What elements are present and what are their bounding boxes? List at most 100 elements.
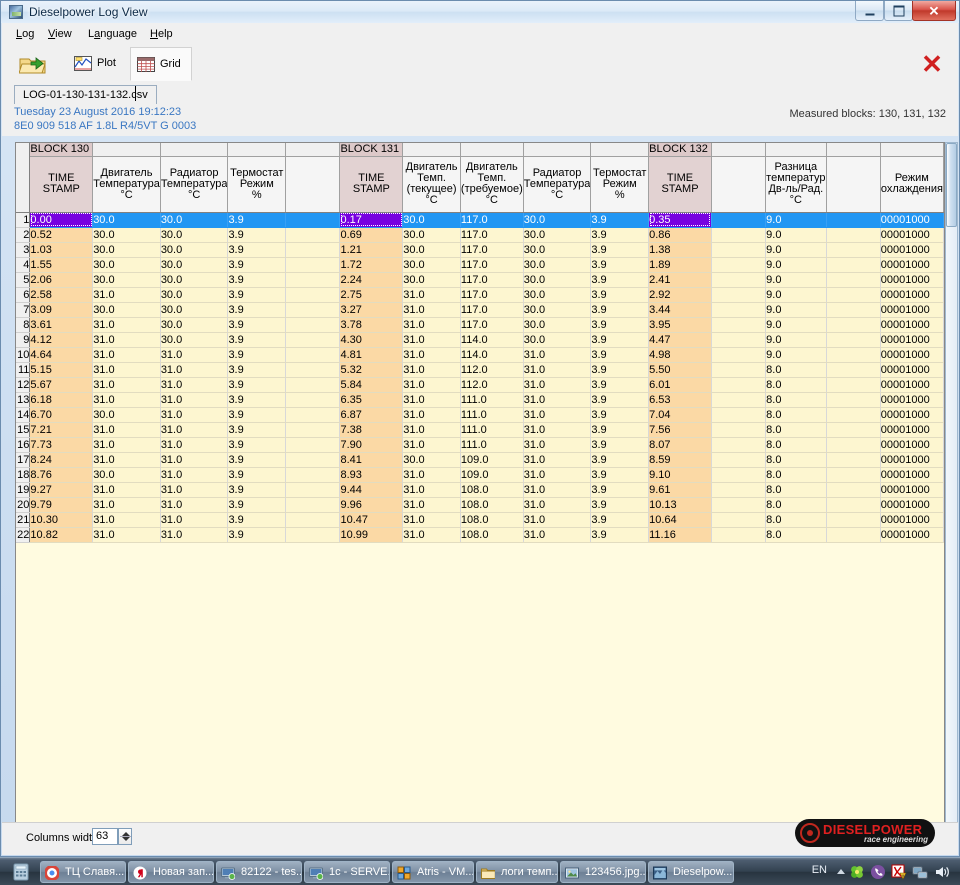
cell-c9[interactable] xyxy=(711,497,767,513)
cell-ts132[interactable]: 0.86 xyxy=(648,227,712,243)
cell-c6[interactable]: 117.0 xyxy=(460,317,524,333)
cell-c3[interactable]: 3.9 xyxy=(227,302,287,318)
cell-ts130[interactable]: 0.00 xyxy=(29,212,94,228)
tab-grid[interactable]: Grid xyxy=(130,47,192,81)
cell-c2[interactable]: 31.0 xyxy=(160,347,229,363)
table-row[interactable]: 11 5.15 31.0 31.0 3.9 5.32 31.0 112.0 31.0 3.9 5.5… xyxy=(16,362,944,378)
cell-ts131[interactable]: 10.99 xyxy=(339,527,404,543)
cell-c8[interactable]: 3.9 xyxy=(590,497,650,513)
menu-item-view[interactable]: View xyxy=(42,26,78,42)
cell-c12[interactable]: 00001000 xyxy=(880,467,944,483)
cell-c6[interactable]: 108.0 xyxy=(460,512,524,528)
cell-c10[interactable]: 9.0 xyxy=(765,332,827,348)
taskbar-item[interactable]: ТЦ Славя... xyxy=(40,861,126,883)
cell-c11[interactable] xyxy=(826,407,881,423)
cell-ts131[interactable]: 0.69 xyxy=(339,227,404,243)
cell-c8[interactable]: 3.9 xyxy=(590,422,650,438)
taskbar-item[interactable]: Atris - VM... xyxy=(392,861,474,883)
row-number[interactable]: 3 xyxy=(16,242,31,258)
cell-c10[interactable]: 8.0 xyxy=(765,437,827,453)
cell-c4[interactable] xyxy=(285,467,341,483)
cell-ts130[interactable]: 10.82 xyxy=(29,527,94,543)
cell-ts132[interactable]: 5.50 xyxy=(648,362,712,378)
cell-c8[interactable]: 3.9 xyxy=(590,212,650,228)
cell-c2[interactable]: 30.0 xyxy=(160,212,229,228)
cell-c5[interactable]: 31.0 xyxy=(402,377,461,393)
row-number[interactable]: 5 xyxy=(16,272,31,288)
table-row[interactable]: 6 2.58 31.0 30.0 3.9 2.75 31.0 117.0 30.0 3.9 2.92… xyxy=(16,287,944,303)
cell-c8[interactable]: 3.9 xyxy=(590,362,650,378)
column-header-c10[interactable]: Разница температур Дв-ль/Рад. °C xyxy=(765,156,827,213)
cell-c11[interactable] xyxy=(826,422,881,438)
column-header-c12[interactable]: Режим охлаждения xyxy=(880,156,944,213)
table-row[interactable]: 17 8.24 31.0 31.0 3.9 8.41 30.0 109.0 31.0 3.9 8.5… xyxy=(16,452,944,468)
cell-c5[interactable]: 31.0 xyxy=(402,527,461,543)
menu-item-log[interactable]: Log xyxy=(10,26,40,42)
cell-c1[interactable]: 31.0 xyxy=(92,347,161,363)
row-number[interactable]: 19 xyxy=(16,482,31,498)
scrollbar-thumb[interactable] xyxy=(946,143,957,227)
column-header-c5[interactable]: Двигатель Темп. (текущее) °C xyxy=(402,156,461,213)
cell-c4[interactable] xyxy=(285,407,341,423)
cell-c7[interactable]: 31.0 xyxy=(523,437,592,453)
cell-c1[interactable]: 31.0 xyxy=(92,287,161,303)
cell-c10[interactable]: 9.0 xyxy=(765,317,827,333)
cell-c9[interactable] xyxy=(711,392,767,408)
cell-c6[interactable]: 112.0 xyxy=(460,362,524,378)
cell-c5[interactable]: 31.0 xyxy=(402,302,461,318)
cell-ts131[interactable]: 3.78 xyxy=(339,317,404,333)
cell-ts130[interactable]: 10.30 xyxy=(29,512,94,528)
cell-c9[interactable] xyxy=(711,467,767,483)
cell-c5[interactable]: 31.0 xyxy=(402,362,461,378)
cell-c3[interactable]: 3.9 xyxy=(227,227,287,243)
cell-c12[interactable]: 00001000 xyxy=(880,257,944,273)
cell-ts130[interactable]: 4.64 xyxy=(29,347,94,363)
cell-c1[interactable]: 31.0 xyxy=(92,377,161,393)
cell-c3[interactable]: 3.9 xyxy=(227,497,287,513)
cell-c8[interactable]: 3.9 xyxy=(590,227,650,243)
cell-c7[interactable]: 30.0 xyxy=(523,317,592,333)
cell-c6[interactable]: 111.0 xyxy=(460,422,524,438)
cell-c8[interactable]: 3.9 xyxy=(590,317,650,333)
menu-item-language[interactable]: Language xyxy=(82,26,143,42)
viber-icon[interactable] xyxy=(870,864,886,880)
cell-c12[interactable]: 00001000 xyxy=(880,272,944,288)
cell-c3[interactable]: 3.9 xyxy=(227,467,287,483)
cell-c1[interactable]: 31.0 xyxy=(92,527,161,543)
cell-c9[interactable] xyxy=(711,332,767,348)
column-header-ts130[interactable]: TIME STAMP xyxy=(29,156,94,213)
cell-c8[interactable]: 3.9 xyxy=(590,302,650,318)
cell-c2[interactable]: 31.0 xyxy=(160,452,229,468)
cell-c6[interactable]: 111.0 xyxy=(460,392,524,408)
cell-c1[interactable]: 31.0 xyxy=(92,497,161,513)
cell-c2[interactable]: 31.0 xyxy=(160,467,229,483)
cell-c8[interactable]: 3.9 xyxy=(590,482,650,498)
cell-c11[interactable] xyxy=(826,362,881,378)
cell-c11[interactable] xyxy=(826,302,881,318)
cell-c9[interactable] xyxy=(711,407,767,423)
cell-c10[interactable]: 9.0 xyxy=(765,347,827,363)
cell-c1[interactable]: 30.0 xyxy=(92,407,161,423)
cell-ts132[interactable]: 8.07 xyxy=(648,437,712,453)
cell-c4[interactable] xyxy=(285,302,341,318)
cell-c10[interactable]: 8.0 xyxy=(765,377,827,393)
cell-ts132[interactable]: 2.92 xyxy=(648,287,712,303)
cell-ts132[interactable]: 7.56 xyxy=(648,422,712,438)
cell-c2[interactable]: 31.0 xyxy=(160,362,229,378)
cell-c2[interactable]: 30.0 xyxy=(160,317,229,333)
cell-c9[interactable] xyxy=(711,452,767,468)
cell-c3[interactable]: 3.9 xyxy=(227,452,287,468)
cell-c11[interactable] xyxy=(826,377,881,393)
cell-c2[interactable]: 30.0 xyxy=(160,257,229,273)
table-row[interactable]: 14 6.70 30.0 31.0 3.9 6.87 31.0 111.0 31.0 3.9 7.0… xyxy=(16,407,944,423)
cell-c8[interactable]: 3.9 xyxy=(590,452,650,468)
cell-c8[interactable]: 3.9 xyxy=(590,347,650,363)
cell-c1[interactable]: 31.0 xyxy=(92,512,161,528)
cell-c10[interactable]: 8.0 xyxy=(765,392,827,408)
cell-ts132[interactable]: 4.98 xyxy=(648,347,712,363)
cell-c8[interactable]: 3.9 xyxy=(590,257,650,273)
cell-c10[interactable]: 9.0 xyxy=(765,242,827,258)
cell-ts130[interactable]: 5.67 xyxy=(29,377,94,393)
cell-ts130[interactable]: 3.09 xyxy=(29,302,94,318)
chevron-up-icon[interactable] xyxy=(837,869,845,874)
